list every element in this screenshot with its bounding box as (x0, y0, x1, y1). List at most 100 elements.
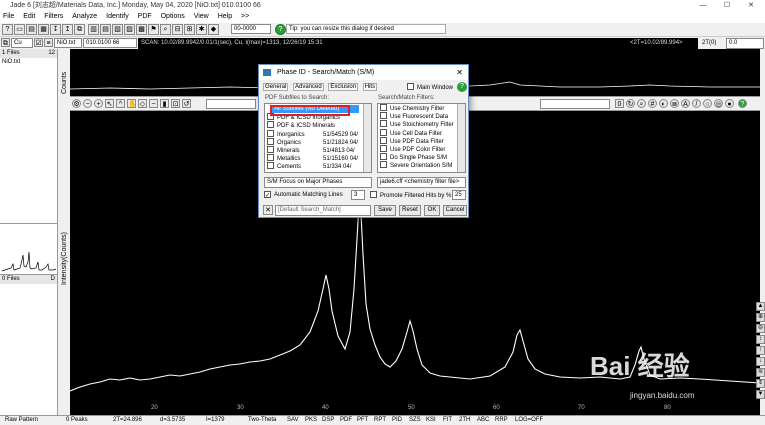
tab-advanced[interactable]: Advanced (293, 83, 324, 91)
help-icon[interactable]: ? (2, 24, 13, 35)
chart-icon[interactable]: ▧ (112, 24, 123, 35)
save-icon[interactable]: ▭ (14, 24, 25, 35)
zoom-in-icon[interactable]: + (94, 99, 103, 108)
menu-view[interactable]: View (194, 13, 209, 20)
promote-input[interactable]: 25 (452, 190, 466, 200)
menu-filters[interactable]: Filters (44, 13, 63, 20)
table-icon[interactable]: ▤ (100, 24, 111, 35)
maximize-button[interactable]: ☐ (716, 0, 738, 11)
report-icon[interactable]: ▨ (124, 24, 135, 35)
filter-pdf-color[interactable]: Use PDF Color Filter (378, 144, 465, 153)
tools-icon[interactable]: ✱ (196, 24, 207, 35)
scroll-down-icon[interactable]: ▼ (756, 390, 765, 399)
main-window-checkbox[interactable] (407, 83, 414, 90)
file-combo[interactable]: NiO.txt (54, 38, 82, 48)
auto-lines-checkbox[interactable]: ✓ (264, 191, 271, 199)
cancel-button[interactable]: Cancel (443, 205, 467, 216)
copy-scan-icon[interactable]: ⧉ (1, 38, 10, 47)
subfiles-scrollbar[interactable] (363, 104, 371, 172)
reset-icon[interactable]: ↺ (182, 99, 191, 108)
settings-icon[interactable]: ⚙ (72, 99, 81, 108)
tag-icon[interactable]: ⊡ (171, 99, 180, 108)
menu-options[interactable]: Options (161, 13, 185, 20)
subfile-item[interactable]: PDF & ICSD Minerals (265, 121, 371, 129)
filter-single-phase[interactable]: Do Single Phase S/M (378, 153, 465, 161)
overlay-icon[interactable]: ◐ (659, 99, 668, 108)
contract-icon[interactable]: ⊖ (756, 324, 765, 333)
promote-option[interactable]: Promote Filtered Hits by % (370, 191, 451, 199)
pattern-thumbnail[interactable] (0, 223, 57, 275)
marker2-icon[interactable]: ◇ (138, 99, 147, 108)
plot-toolbar-input-left[interactable] (206, 99, 256, 109)
flag-icon[interactable]: ⚑ (148, 24, 159, 35)
auto-lines-input[interactable]: 3 (351, 190, 365, 200)
filter-file-select[interactable]: jade6.cff <chemistry filter file> (377, 177, 466, 188)
help-circle-icon[interactable]: ? (275, 24, 286, 35)
tab-exclusion[interactable]: Exclusion (328, 83, 359, 91)
menu-file[interactable]: File (3, 13, 14, 20)
pdf-icon[interactable]: ▩ (136, 24, 147, 35)
twot-value-field[interactable]: 0.0 (726, 38, 764, 49)
subfile-item[interactable]: Minerals 51/4813 04/ (265, 145, 371, 154)
zoom-icon[interactable]: ⌕ (637, 99, 646, 108)
filters-scrollbar[interactable] (457, 104, 465, 172)
main-window-option[interactable]: Main Window (407, 83, 453, 91)
zoom-out-icon[interactable]: − (83, 99, 92, 108)
tab-hits[interactable]: Hits (362, 83, 378, 91)
open-icon[interactable]: ▤ (26, 24, 37, 35)
radiation-combo[interactable]: Cu (11, 38, 33, 48)
tab-general[interactable]: General (263, 83, 289, 91)
grid2-icon[interactable]: # (648, 99, 657, 108)
save-button[interactable]: Save (374, 205, 396, 216)
marker-icon[interactable]: ◆ (208, 24, 219, 35)
filter-pdf-data[interactable]: Use PDF Data Filter (378, 136, 465, 145)
dialog-close-icon[interactable]: ✕ (456, 65, 463, 80)
stack-icon[interactable]: ≣ (670, 99, 679, 108)
up-icon[interactable]: ↑ (756, 346, 765, 355)
expand-icon[interactable]: ⊕ (756, 313, 765, 322)
ok-button[interactable]: OK (424, 205, 440, 216)
filters-list[interactable]: Use Chemistry Filter Use Fluorescent Dat… (377, 103, 466, 173)
subfile-item[interactable]: Cements 51/334 04/ (265, 162, 371, 170)
promote-checkbox[interactable] (370, 191, 377, 198)
hand-icon[interactable]: ✋ (127, 99, 137, 108)
scale-icon[interactable]: ⇕ (756, 379, 765, 388)
zero-icon[interactable]: 0 (615, 99, 624, 108)
peak-icon[interactable]: ^ (116, 99, 125, 108)
filter-cell-data[interactable]: Use Cell Data Filter (378, 128, 465, 137)
import-icon[interactable]: ↧ (50, 24, 61, 35)
log-icon[interactable]: ≋ (756, 368, 765, 377)
menu-help[interactable]: Help (218, 13, 232, 20)
menu-analyze[interactable]: Analyze (72, 13, 97, 20)
down-icon[interactable]: ↓ (756, 357, 765, 366)
menu-pdf[interactable]: PDF (138, 13, 152, 20)
filter-chemistry[interactable]: Use Chemistry Filter (378, 104, 465, 112)
menu-edit[interactable]: Edit (23, 13, 35, 20)
circle-icon[interactable]: ○ (703, 99, 712, 108)
search-icon[interactable]: ⌕ (160, 24, 171, 35)
auto-lines-option[interactable]: ✓ Automatic Matching Lines (264, 191, 343, 199)
minimize-button[interactable]: — (692, 0, 714, 11)
list-icon[interactable]: ≡ (44, 38, 53, 47)
copy-icon[interactable]: ⧉ (74, 24, 85, 35)
focus-select[interactable]: S/M Focus on Major Phases (264, 177, 372, 188)
scroll-up-icon[interactable]: ▲ (756, 302, 765, 311)
line-icon[interactable]: / (692, 99, 701, 108)
close-button[interactable]: ✕ (740, 0, 762, 11)
cursor-icon[interactable]: ↖ (105, 99, 114, 108)
fit-icon[interactable]: ~ (149, 99, 158, 108)
filter-severe-orientation[interactable]: Severe Orientation S/M (378, 161, 465, 169)
subfile-item[interactable]: Inorganics 51/54529 04/ (265, 129, 371, 138)
dialog-help-icon[interactable]: ? (457, 82, 467, 92)
print-icon[interactable]: ▦ (38, 24, 49, 35)
calc-icon[interactable]: ⊞ (184, 24, 195, 35)
pdf-number-combo[interactable]: 00-0000 (231, 24, 271, 34)
ruler-icon[interactable]: ⊟ (172, 24, 183, 35)
fit-vert-icon[interactable]: ↕ (756, 335, 765, 344)
menu-more[interactable]: >> (241, 13, 249, 20)
subfile-item[interactable]: Metallics 51/15160 04/ (265, 154, 371, 162)
preset-combo[interactable]: [Default Search_Match] (275, 205, 371, 216)
file-list-item[interactable]: NiO.txt (0, 58, 57, 67)
target-icon[interactable]: ◎ (714, 99, 723, 108)
grid-icon[interactable]: ▥ (88, 24, 99, 35)
